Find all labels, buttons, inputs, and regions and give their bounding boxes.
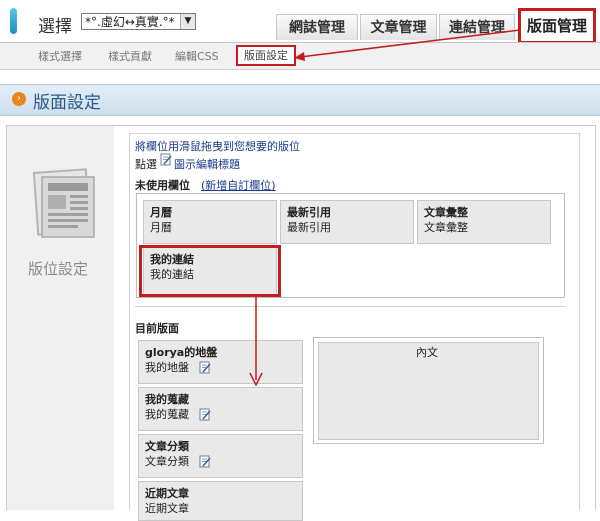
arrowhead-icon (294, 52, 305, 61)
annotation-arrows (249, 29, 521, 387)
arrow-line-tab-to-subnav (299, 29, 521, 58)
